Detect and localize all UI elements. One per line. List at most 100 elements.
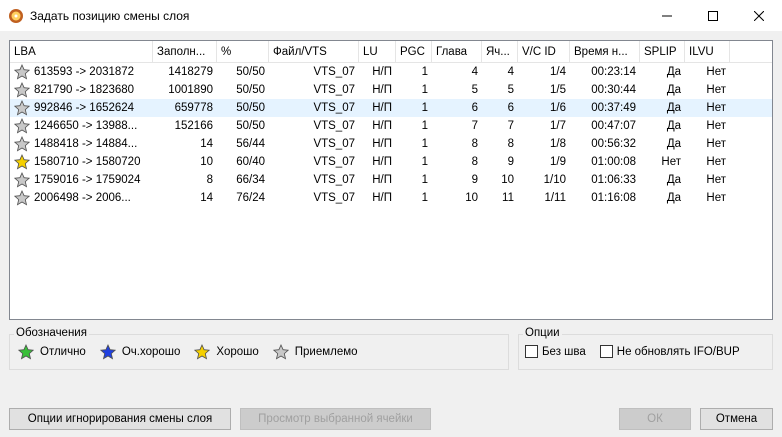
fill-cell: 10 [200, 156, 213, 168]
lba-text: 1580710 -> 1580720 [34, 156, 141, 168]
silver-star-icon [14, 100, 30, 116]
ok-button[interactable]: ОК [619, 408, 691, 430]
time-cell: 01:16:08 [591, 192, 636, 204]
options-title: Опции [523, 327, 562, 339]
pgc-cell: 1 [421, 66, 428, 78]
lba-text: 613593 -> 2031872 [34, 66, 135, 78]
close-button[interactable] [736, 0, 782, 31]
cell-cell: 8 [507, 138, 514, 150]
percent-cell: 60/40 [236, 156, 265, 168]
table-row[interactable]: 613593 -> 2031872 1418279 50/50 VTS_07 Н/П 1 4… [10, 63, 772, 81]
pgc-cell: 1 [421, 84, 428, 96]
cell-cell: 6 [507, 102, 514, 114]
column-header-splip[interactable]: SPLIP [640, 41, 685, 63]
lba-cell: 992846 -> 1652624 [10, 99, 153, 117]
time-cell: 00:47:07 [591, 120, 636, 132]
table-row[interactable]: 1246650 -> 13988... 152166 50/50 VTS_07 Н/П 1… [10, 117, 772, 135]
column-header-cell[interactable]: Яч... [482, 41, 518, 63]
chapter-cell: 5 [471, 84, 478, 96]
fill-cell: 1418279 [168, 66, 213, 78]
ilvu-cell: Нет [706, 120, 726, 132]
no-seam-option[interactable]: Без шва [525, 345, 586, 358]
pgc-cell: 1 [421, 120, 428, 132]
app-icon [8, 8, 24, 24]
lu-cell: Н/П [372, 156, 392, 168]
lba-cell: 1759016 -> 1759024 [10, 171, 153, 189]
time-cell: 00:56:32 [591, 138, 636, 150]
chapter-cell: 8 [471, 138, 478, 150]
legend-label: Оч.хорошо [121, 346, 181, 358]
minimize-button[interactable] [644, 0, 690, 31]
vts-cell: VTS_07 [313, 84, 355, 96]
ilvu-cell: Нет [706, 156, 726, 168]
pgc-cell: 1 [421, 138, 428, 150]
splip-cell: Да [666, 102, 681, 114]
vcid-cell: 1/4 [550, 66, 566, 78]
column-header-time[interactable]: Время н... [570, 41, 640, 63]
table-row[interactable]: 1759016 -> 1759024 8 66/34 VTS_07 Н/П 1 9 10 1/1… [10, 171, 772, 189]
ilvu-cell: Нет [706, 102, 726, 114]
lba-cell: 821790 -> 1823680 [10, 81, 153, 99]
cancel-button[interactable]: Отмена [700, 408, 773, 430]
column-header-lba[interactable]: LBA [10, 41, 153, 63]
column-header-fill[interactable]: Заполн... [153, 41, 217, 63]
silver-star-icon [272, 344, 289, 360]
no-update-ifo-option[interactable]: Не обновлять IFO/BUP [599, 345, 740, 358]
percent-cell: 50/50 [236, 102, 265, 114]
percent-cell: 56/44 [236, 138, 265, 150]
splip-cell: Да [666, 120, 681, 132]
table-row[interactable]: 1488418 -> 14884... 14 56/44 VTS_07 Н/П 1 8 8 1/… [10, 135, 772, 153]
splip-cell: Да [666, 174, 681, 186]
view-cell-button[interactable]: Просмотр выбранной ячейки [240, 408, 431, 430]
legend-item-very-good: Оч.хорошо [99, 344, 181, 360]
lu-cell: Н/П [372, 192, 392, 204]
table-row[interactable]: 2006498 -> 2006... 14 76/24 VTS_07 Н/П 1 10 11 1… [10, 189, 772, 207]
no-seam-checkbox[interactable] [525, 345, 538, 358]
gold-star-icon [194, 344, 211, 360]
vcid-cell: 1/5 [550, 84, 566, 96]
table-row[interactable]: 992846 -> 1652624 659778 50/50 VTS_07 Н/П 1 6 6… [10, 99, 772, 117]
no-update-ifo-checkbox[interactable] [599, 345, 613, 358]
chapter-cell: 9 [471, 174, 478, 186]
column-header-lu[interactable]: LU [359, 41, 396, 63]
table-row[interactable]: 821790 -> 1823680 1001890 50/50 VTS_07 Н/П 1 5… [10, 81, 772, 99]
vts-cell: VTS_07 [313, 102, 355, 114]
column-header-vts[interactable]: Файл/VTS [269, 41, 359, 63]
lu-cell: Н/П [372, 120, 392, 132]
table-row[interactable]: 1580710 -> 1580720 10 60/40 VTS_07 Н/П 1 8 9 1/9… [10, 153, 772, 171]
vts-cell: VTS_07 [313, 66, 355, 78]
silver-star-icon [14, 190, 30, 206]
ignore-options-button[interactable]: Опции игнорирования смены слоя [9, 408, 231, 430]
lba-cell: 2006498 -> 2006... [10, 189, 153, 207]
splip-cell: Нет [661, 156, 681, 168]
column-header-pgc[interactable]: PGC [396, 41, 432, 63]
layer-break-list[interactable]: LBA Заполн... % Файл/VTS LU PGC Глава Яч… [9, 40, 773, 320]
green-star-icon [18, 344, 34, 360]
silver-star-icon [14, 82, 30, 98]
column-header-ilvu[interactable]: ILVU [685, 41, 730, 63]
percent-cell: 66/34 [236, 174, 265, 186]
lu-cell: Н/П [372, 174, 392, 186]
cell-cell: 7 [507, 120, 514, 132]
column-header-vcid[interactable]: V/C ID [518, 41, 570, 63]
pgc-cell: 1 [421, 192, 428, 204]
time-cell: 00:37:49 [591, 102, 636, 114]
vts-cell: VTS_07 [313, 120, 355, 132]
lu-cell: Н/П [372, 138, 392, 150]
window-title: Задать позицию смены слоя [30, 8, 190, 23]
legend-item-acceptable: Приемлемо [272, 344, 358, 360]
time-cell: 01:00:08 [591, 156, 636, 168]
column-header-percent[interactable]: % [217, 41, 269, 63]
column-header-chapter[interactable]: Глава [432, 41, 482, 63]
legend-group: Обозначения Отлично Оч.хорошо Хорошо При… [9, 327, 509, 370]
lba-text: 821790 -> 1823680 [34, 84, 135, 96]
vcid-cell: 1/7 [550, 120, 566, 132]
legend-label: Приемлемо [294, 346, 358, 358]
splip-cell: Да [666, 66, 681, 78]
maximize-button[interactable] [690, 0, 736, 31]
no-update-ifo-label: Не обновлять IFO/BUP [616, 345, 740, 358]
percent-cell: 76/24 [236, 192, 265, 204]
percent-cell: 50/50 [236, 120, 265, 132]
vcid-cell: 1/9 [550, 156, 566, 168]
lba-text: 1488418 -> 14884... [34, 138, 138, 150]
